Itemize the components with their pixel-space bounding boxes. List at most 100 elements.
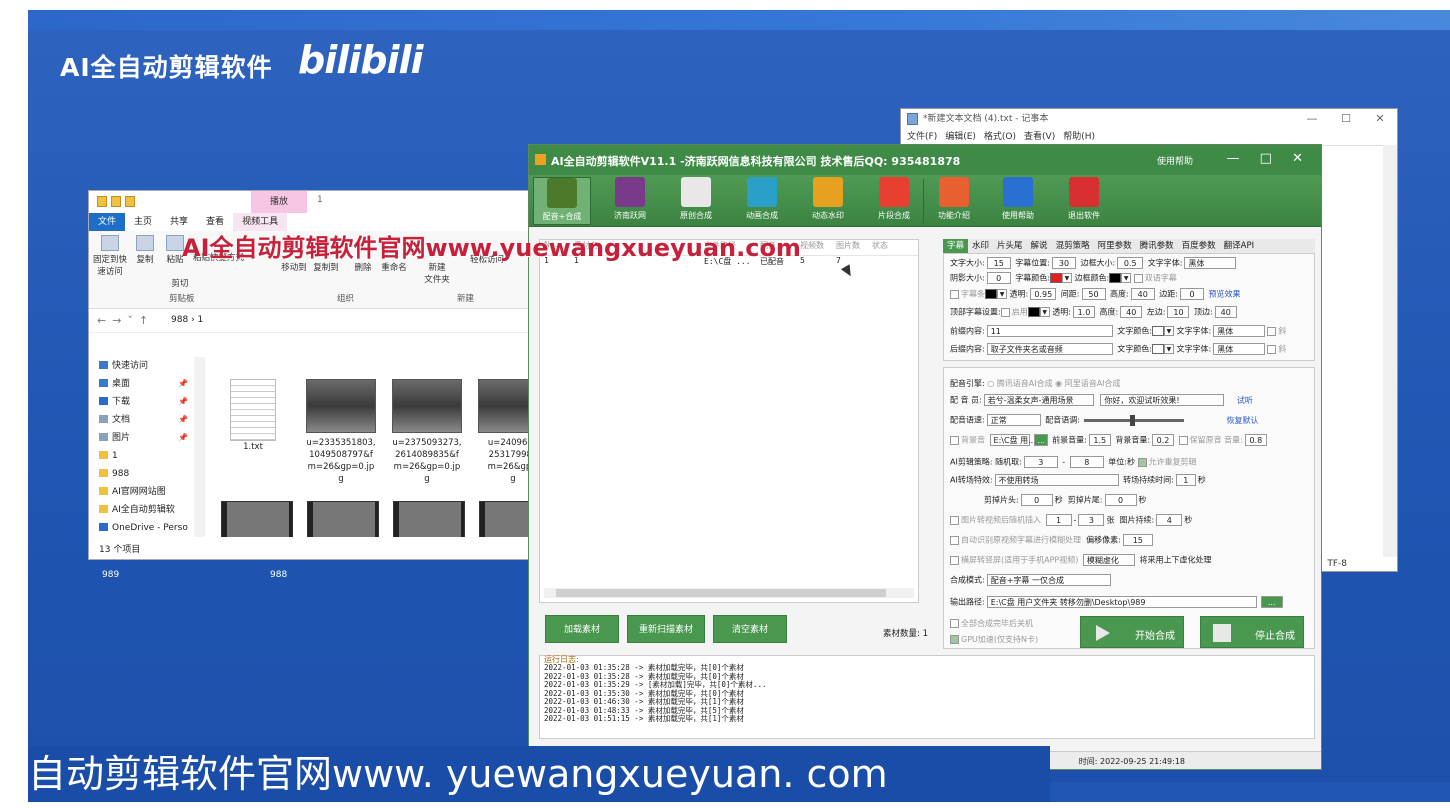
copy-button[interactable]: 复制 xyxy=(133,235,157,265)
clear-material-button[interactable]: 清空素材 xyxy=(713,615,787,643)
sub-color-swatch[interactable] xyxy=(1049,273,1062,283)
enable-checkbox[interactable] xyxy=(1000,307,1010,317)
settings-tab[interactable]: 片头尾 xyxy=(993,239,1027,253)
suffix-input[interactable]: 取子文件夹名或音频 xyxy=(986,343,1113,355)
img-min-input[interactable]: 1 xyxy=(1045,514,1072,526)
stop-button[interactable]: 停止合成 xyxy=(1200,616,1304,648)
tab-file[interactable]: 文件 xyxy=(89,213,126,231)
window-controls[interactable]: — □ ✕ xyxy=(1227,151,1311,166)
sidebar-item[interactable]: AI全自动剪辑软 xyxy=(89,501,204,519)
alpha-input[interactable]: 0.95 xyxy=(1030,288,1057,300)
video-thumbnail[interactable] xyxy=(393,501,465,537)
cut-max-input[interactable]: 8 xyxy=(1069,456,1104,468)
suffix-font-select[interactable]: 黑体 xyxy=(1213,343,1266,355)
check-icon[interactable] xyxy=(111,196,121,207)
file-item[interactable]: 1.txt xyxy=(213,379,293,453)
sidebar-item[interactable]: 快速访问 xyxy=(89,357,204,375)
bar-color-swatch[interactable] xyxy=(985,289,997,299)
column-header[interactable]: 状态 xyxy=(868,240,908,255)
cut-button[interactable]: 剪切 xyxy=(165,277,195,289)
tone-slider[interactable] xyxy=(1083,414,1184,426)
video-thumbnail[interactable] xyxy=(307,501,379,537)
sidebar-item[interactable]: 桌面 📌 xyxy=(89,375,204,393)
material-list[interactable]: No. 素材名 文件路径 配音 视频数 图片数 状态 1 1 E:\C盘 ... 已配音 5 7 xyxy=(539,239,919,603)
engine-ali-radio[interactable]: ◉ 阿里语音AI合成 xyxy=(1055,379,1120,388)
border-input[interactable]: 0.5 xyxy=(1117,257,1144,269)
folder-icon[interactable] xyxy=(125,196,135,207)
load-material-button[interactable]: 加载素材 xyxy=(545,615,619,643)
allow-repeat-checkbox[interactable] xyxy=(1137,457,1147,467)
front-vol-input[interactable]: 1.5 xyxy=(1088,434,1111,446)
desktop-label[interactable]: 988 xyxy=(270,570,287,580)
start-button[interactable]: 开始合成 xyxy=(1080,616,1184,648)
font-size-input[interactable]: 15 xyxy=(986,257,1011,269)
margin-input[interactable]: 0 xyxy=(1180,288,1204,300)
video-thumbnail[interactable] xyxy=(221,501,293,537)
sidebar-item[interactable]: 图片 📌 xyxy=(89,429,204,447)
tool-button[interactable]: 动态水印 xyxy=(799,177,857,221)
breadcrumb[interactable]: 988 › 1 xyxy=(171,315,203,325)
tool-button[interactable]: 动画合成 xyxy=(733,177,791,221)
prefix-color-swatch[interactable] xyxy=(1151,326,1164,336)
settings-tab[interactable]: 阿里参数 xyxy=(1094,239,1136,253)
tail-input[interactable]: 0 xyxy=(1104,494,1137,506)
address-bar[interactable]: ←→˅↑ 988 › 1 xyxy=(89,309,557,333)
mode-select[interactable]: 配音+字幕 一仅合成 xyxy=(986,574,1111,586)
img-dur-input[interactable]: 4 xyxy=(1156,514,1183,526)
maximize-button[interactable]: ☐ xyxy=(1329,109,1363,129)
column-header[interactable]: 图片数 xyxy=(832,240,868,255)
rescan-button[interactable]: 重新扫描素材 xyxy=(627,615,705,643)
reset-link[interactable]: 恢复默认 xyxy=(1227,416,1259,425)
shutdown-checkbox[interactable] xyxy=(950,619,959,628)
chevron-down-icon[interactable]: ▼ xyxy=(1039,307,1050,317)
prefix-font-select[interactable]: 黑体 xyxy=(1213,325,1266,337)
gpu-checkbox[interactable] xyxy=(950,635,959,644)
pin-icon[interactable]: 📌 xyxy=(178,429,188,447)
top-height-input[interactable]: 40 xyxy=(1120,306,1143,318)
pin-icon[interactable]: 📌 xyxy=(178,411,188,429)
sub-pos-input[interactable]: 30 xyxy=(1051,257,1076,269)
speed-select[interactable]: 正常 xyxy=(986,414,1041,426)
settings-tab[interactable]: 腾讯参数 xyxy=(1136,239,1178,253)
bilingual-checkbox[interactable] xyxy=(1133,273,1143,283)
back-vol-input[interactable]: 0.2 xyxy=(1152,434,1175,446)
notepad-scrollbar[interactable] xyxy=(1383,145,1397,557)
cut-min-input[interactable]: 3 xyxy=(1023,456,1058,468)
listen-link[interactable]: 试听 xyxy=(1237,396,1253,405)
output-browse-button[interactable]: ... xyxy=(1260,596,1283,608)
nav-arrows[interactable]: ←→˅↑ xyxy=(97,314,154,327)
sidebar-item[interactable]: 988 xyxy=(89,465,204,483)
settings-tab[interactable]: 水印 xyxy=(968,239,993,253)
close-button[interactable]: ✕ xyxy=(1363,109,1397,129)
tool-button[interactable]: 配音+合成 xyxy=(533,177,591,225)
shadow-input[interactable]: 0 xyxy=(986,272,1011,284)
tool-button[interactable]: 功能介绍 xyxy=(925,177,983,221)
image-insert-checkbox[interactable] xyxy=(950,515,959,525)
app-titlebar[interactable]: AI全自动剪辑软件V11.1 -济南跃网信息科技有限公司 技术售后QQ: 935… xyxy=(529,145,1321,175)
spacing-input[interactable]: 50 xyxy=(1081,288,1106,300)
chevron-down-icon[interactable]: ▼ xyxy=(1121,273,1132,283)
sidebar-item[interactable]: 文档 📌 xyxy=(89,411,204,429)
chevron-down-icon[interactable]: ▼ xyxy=(997,289,1007,299)
menu-file[interactable]: 文件(F) xyxy=(907,129,937,145)
engine-tencent-radio[interactable]: ○ 腾讯语音AI合成 xyxy=(987,379,1052,388)
settings-tab[interactable]: 解说 xyxy=(1027,239,1052,253)
settings-tab[interactable]: 百度参数 xyxy=(1178,239,1220,253)
tool-button[interactable]: 济南跃网 xyxy=(601,177,659,221)
column-header[interactable]: 视频数 xyxy=(796,240,832,255)
explorer-titlebar[interactable]: 播放 1 xyxy=(89,191,557,213)
pin-icon[interactable]: 📌 xyxy=(178,375,188,393)
suffix-color-swatch[interactable] xyxy=(1151,344,1164,354)
help-link[interactable]: 使用帮助 xyxy=(1157,154,1193,167)
output-path-input[interactable]: E:\C盘 用户文件夹 转移勿删\Desktop\989 xyxy=(986,596,1257,608)
trans-dur-input[interactable]: 1 xyxy=(1175,474,1196,486)
prefix-input[interactable]: 11 xyxy=(986,325,1113,337)
top-margin-input[interactable]: 40 xyxy=(1214,306,1237,318)
vertical-checkbox[interactable] xyxy=(950,555,959,565)
bgm-checkbox[interactable] xyxy=(950,435,959,445)
italic-checkbox[interactable] xyxy=(1267,326,1277,336)
sidebar-item[interactable]: AI官网网站图 xyxy=(89,483,204,501)
minimize-button[interactable]: — xyxy=(1295,109,1329,129)
new-folder-button[interactable]: 新建 文件夹 xyxy=(417,261,457,285)
transition-select[interactable]: 不使用转场 xyxy=(994,474,1119,486)
